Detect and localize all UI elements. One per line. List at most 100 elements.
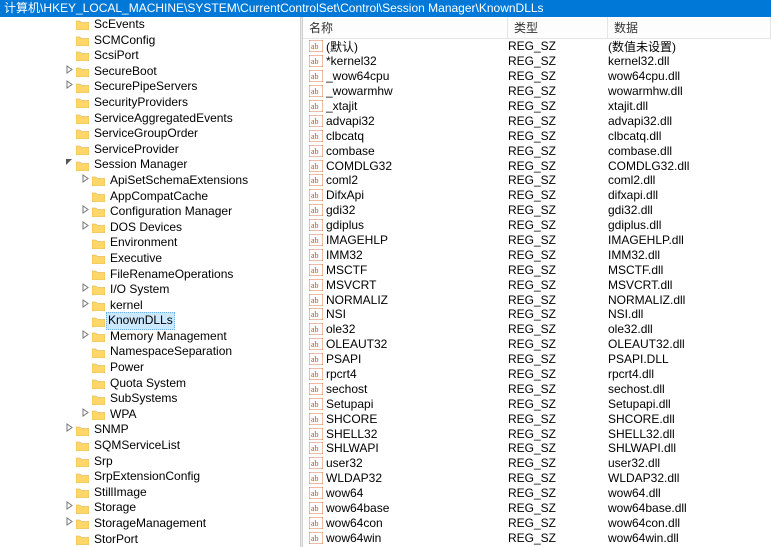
tree-item-subsystems[interactable]: SubSystems [0,391,302,407]
value-row[interactable]: gdiplusREG_SZgdiplus.dll [303,218,771,233]
expander-closed-icon[interactable] [78,220,92,236]
value-row[interactable]: SHCOREREG_SZSHCORE.dll [303,411,771,426]
tree-item-executive[interactable]: Executive [0,251,302,267]
value-row[interactable]: IMAGEHLPREG_SZIMAGEHLP.dll [303,233,771,248]
tree-item-srpextensionconfig[interactable]: SrpExtensionConfig [0,469,302,485]
value-row[interactable]: MSCTFREG_SZMSCTF.dll [303,262,771,277]
tree-item-sqmservicelist[interactable]: SQMServiceList [0,438,302,454]
tree-item-knowndlls[interactable]: KnownDLLs [0,313,302,329]
tree-item-securepipeservers[interactable]: SecurePipeServers [0,79,302,95]
expander-closed-icon[interactable] [78,282,92,298]
value-row[interactable]: WLDAP32REG_SZWLDAP32.dll [303,471,771,486]
value-row[interactable]: _xtajitREG_SZxtajit.dll [303,99,771,114]
expander-closed-icon[interactable] [78,407,92,423]
header-data[interactable]: 数据 [608,17,771,38]
value-row[interactable]: _wow64cpuREG_SZwow64cpu.dll [303,69,771,84]
value-row[interactable]: _wowarmhwREG_SZwowarmhw.dll [303,84,771,99]
string-value-icon [309,40,323,52]
tree-item-snmp[interactable]: SNMP [0,422,302,438]
expander-closed-icon[interactable] [78,173,92,189]
tree-item-appcompatcache[interactable]: AppCompatCache [0,189,302,205]
value-row[interactable]: NSIREG_SZNSI.dll [303,307,771,322]
tree-item-servicegrouporder[interactable]: ServiceGroupOrder [0,126,302,142]
value-name: combase [326,144,508,158]
folder-icon [76,487,89,498]
value-type: REG_SZ [508,486,608,500]
value-row[interactable]: clbcatqREG_SZclbcatq.dll [303,128,771,143]
expander-closed-icon[interactable] [62,64,76,80]
splitter[interactable] [300,17,303,547]
tree-item-stillimage[interactable]: StillImage [0,485,302,501]
tree-item-storagemanagement[interactable]: StorageManagement [0,516,302,532]
expander-closed-icon[interactable] [78,298,92,314]
expander-closed-icon[interactable] [62,516,76,532]
tree-item-wpa[interactable]: WPA [0,407,302,423]
tree-item-securityproviders[interactable]: SecurityProviders [0,95,302,111]
tree-item-secureboot[interactable]: SecureBoot [0,64,302,80]
expander-closed-icon[interactable] [62,422,76,438]
value-row[interactable]: DifxApiREG_SZdifxapi.dll [303,188,771,203]
value-row[interactable]: sechostREG_SZsechost.dll [303,381,771,396]
value-row[interactable]: SHELL32REG_SZSHELL32.dll [303,426,771,441]
value-row[interactable]: rpcrt4REG_SZrpcrt4.dll [303,367,771,382]
tree-item-apisetschemaextensions[interactable]: ApiSetSchemaExtensions [0,173,302,189]
header-name[interactable]: 名称 [303,17,508,38]
tree-item-label: Session Manager [92,157,189,173]
value-row[interactable]: gdi32REG_SZgdi32.dll [303,203,771,218]
value-row[interactable]: COMDLG32REG_SZCOMDLG32.dll [303,158,771,173]
tree-item-environment[interactable]: Environment [0,235,302,251]
expander-open-icon[interactable] [62,157,76,173]
value-row[interactable]: PSAPIREG_SZPSAPI.DLL [303,352,771,367]
tree-item-power[interactable]: Power [0,360,302,376]
value-row[interactable]: NORMALIZREG_SZNORMALIZ.dll [303,292,771,307]
folder-icon [76,19,89,30]
tree-item-memory-management[interactable]: Memory Management [0,329,302,345]
expander-closed-icon[interactable] [78,204,92,220]
tree-item-storage[interactable]: Storage [0,500,302,516]
tree-item-scmconfig[interactable]: SCMConfig [0,33,302,49]
value-row[interactable]: coml2REG_SZcoml2.dll [303,173,771,188]
value-type: REG_SZ [508,382,608,396]
value-row[interactable]: ole32REG_SZole32.dll [303,322,771,337]
value-row[interactable]: IMM32REG_SZIMM32.dll [303,247,771,262]
value-row[interactable]: MSVCRTREG_SZMSVCRT.dll [303,277,771,292]
tree-item-dos-devices[interactable]: DOS Devices [0,220,302,236]
tree-item-storport[interactable]: StorPort [0,532,302,547]
tree-item-serviceprovider[interactable]: ServiceProvider [0,142,302,158]
value-row[interactable]: wow64winREG_SZwow64win.dll [303,530,771,545]
tree-item-i-o-system[interactable]: I/O System [0,282,302,298]
value-row[interactable]: combaseREG_SZcombase.dll [303,143,771,158]
expander-closed-icon[interactable] [78,329,92,345]
header-type[interactable]: 类型 [508,17,608,38]
value-row[interactable]: SHLWAPIREG_SZSHLWAPI.dll [303,441,771,456]
value-row[interactable]: advapi32REG_SZadvapi32.dll [303,113,771,128]
tree-item-serviceaggregatedevents[interactable]: ServiceAggregatedEvents [0,111,302,127]
value-row[interactable]: wow64baseREG_SZwow64base.dll [303,501,771,516]
address-bar[interactable]: 计算机\HKEY_LOCAL_MACHINE\SYSTEM\CurrentCon… [0,0,771,17]
value-row[interactable]: user32REG_SZuser32.dll [303,456,771,471]
tree-item-session-manager[interactable]: Session Manager [0,157,302,173]
expander-closed-icon[interactable] [62,500,76,516]
list-header[interactable]: 名称 类型 数据 [303,17,771,39]
tree-item-srp[interactable]: Srp [0,454,302,470]
tree-pane[interactable]: ScEventsSCMConfigScsiPortSecureBootSecur… [0,17,303,547]
list-pane[interactable]: 名称 类型 数据 (默认)REG_SZ(数值未设置)*kernel32REG_S… [303,17,771,547]
value-name: wow64con [326,516,508,530]
value-row[interactable]: (默认)REG_SZ(数值未设置) [303,39,771,54]
tree-item-configuration-manager[interactable]: Configuration Manager [0,204,302,220]
tree-item-namespaceseparation[interactable]: NamespaceSeparation [0,344,302,360]
value-row[interactable]: wow64conREG_SZwow64con.dll [303,516,771,531]
value-row[interactable]: SetupapiREG_SZSetupapi.dll [303,396,771,411]
tree-item-filerenameoperations[interactable]: FileRenameOperations [0,267,302,283]
expander-closed-icon[interactable] [62,79,76,95]
tree-item-kernel[interactable]: kernel [0,298,302,314]
tree-item-scsiport[interactable]: ScsiPort [0,48,302,64]
value-row[interactable]: OLEAUT32REG_SZOLEAUT32.dll [303,337,771,352]
string-value-icon [309,502,323,514]
tree-item-quota-system[interactable]: Quota System [0,376,302,392]
value-data: wow64.dll [608,486,771,500]
tree-item-label: StillImage [92,485,149,501]
tree-item-scevents[interactable]: ScEvents [0,17,302,33]
value-row[interactable]: *kernel32REG_SZkernel32.dll [303,54,771,69]
value-row[interactable]: wow64REG_SZwow64.dll [303,486,771,501]
